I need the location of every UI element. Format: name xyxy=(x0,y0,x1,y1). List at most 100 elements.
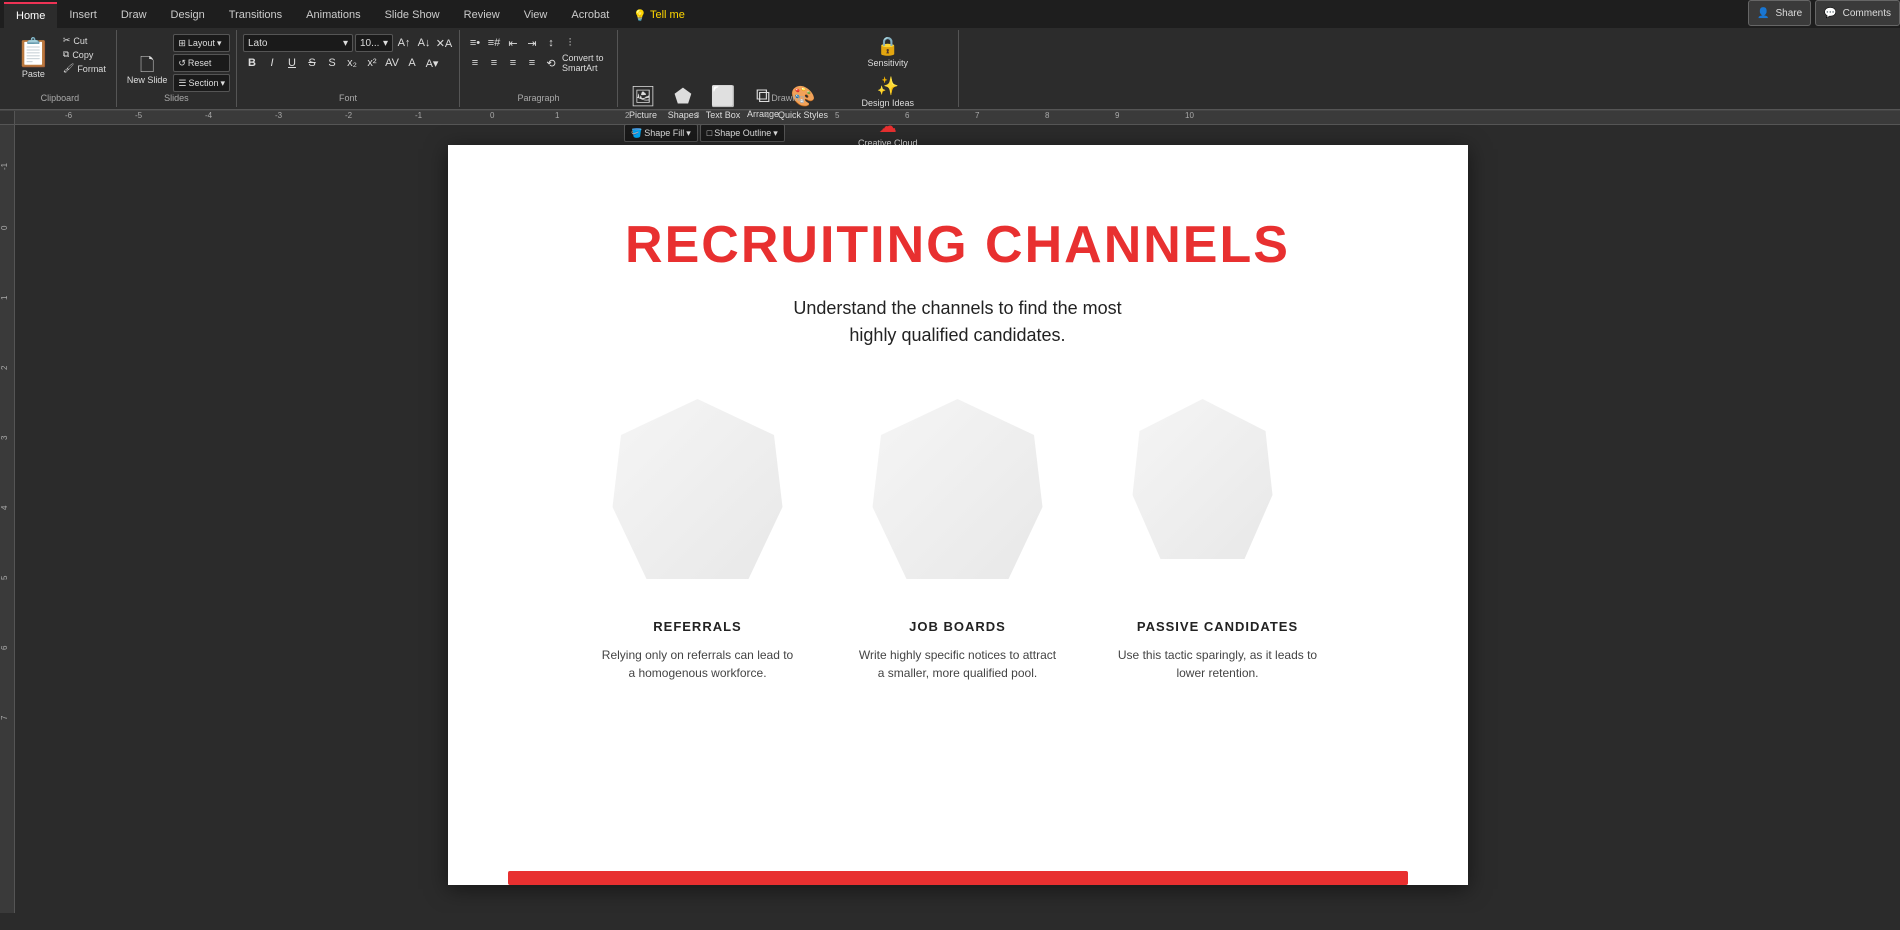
svg-text:7: 7 xyxy=(0,715,9,720)
layout-button[interactable]: ⊞ Layout ▾ xyxy=(173,34,230,52)
reset-button[interactable]: ↺ Reset xyxy=(173,54,230,72)
svg-text:4: 4 xyxy=(0,505,9,510)
svg-text:10: 10 xyxy=(1185,111,1194,120)
arrange-icon: ⧉ xyxy=(756,85,770,108)
font-size-arrow: ▾ xyxy=(383,38,388,49)
drawing-group: 🖼 Picture ⬟ Shapes ⬜ Text Box ⧉ xyxy=(618,30,959,107)
italic-button[interactable]: I xyxy=(263,54,281,72)
new-slide-button[interactable]: 🗋 New Slide xyxy=(123,54,172,87)
new-slide-icon: 🗋 xyxy=(140,56,154,74)
bold-button[interactable]: B xyxy=(243,54,261,72)
text-direction-button[interactable]: ⟲ xyxy=(542,54,560,72)
ruler-track: -6-5-4 -3-2-1 012 345 678 910 xyxy=(15,111,1900,125)
spacing-button[interactable]: AV xyxy=(383,54,401,72)
line-spacing-button[interactable]: ↕ xyxy=(542,34,560,52)
svg-text:0: 0 xyxy=(490,111,495,120)
shadow-button[interactable]: S xyxy=(323,54,341,72)
reset-icon: ↺ xyxy=(178,58,186,69)
share-button[interactable]: 👤 Share xyxy=(1748,0,1811,26)
layout-icon: ⊞ xyxy=(178,38,186,49)
shape-outline-icon: □ xyxy=(707,128,712,138)
paste-button[interactable]: 📋 Paste xyxy=(10,34,57,81)
card-referrals[interactable]: REFERRALS Relying only on referrals can … xyxy=(598,399,798,682)
format-paint-button[interactable]: 🖌 Format xyxy=(59,62,110,75)
text-box-icon: ⬜ xyxy=(711,84,736,109)
tab-animations[interactable]: Animations xyxy=(294,2,372,28)
svg-text:7: 7 xyxy=(975,111,980,120)
format-paint-icon: 🖌 xyxy=(63,63,74,74)
svg-text:-4: -4 xyxy=(205,111,213,120)
shape-outline-button[interactable]: □ Shape Outline ▾ xyxy=(700,124,785,142)
subscript-button[interactable]: x₂ xyxy=(343,54,361,72)
tab-draw[interactable]: Draw xyxy=(109,2,159,28)
card-job-boards[interactable]: JOB BOARDS Write highly specific notices… xyxy=(858,399,1058,682)
tab-home[interactable]: Home xyxy=(4,2,57,28)
tab-slideshow[interactable]: Slide Show xyxy=(373,2,452,28)
shape-outline-arrow: ▾ xyxy=(773,128,778,139)
increase-font-button[interactable]: A↑ xyxy=(395,34,413,52)
svg-text:5: 5 xyxy=(0,575,9,580)
cards-row: REFERRALS Relying only on referrals can … xyxy=(508,399,1408,682)
vertical-ruler-marks: -1 0 1 2 3 4 5 6 7 xyxy=(0,125,15,925)
slide[interactable]: RECRUITING CHANNELS Understand the chann… xyxy=(448,145,1468,885)
copy-icon: ⧉ xyxy=(63,49,69,60)
shapes-icon: ⬟ xyxy=(674,84,691,109)
svg-text:6: 6 xyxy=(905,111,910,120)
convert-smartart-button[interactable]: Convert to SmartArt xyxy=(561,54,611,72)
tab-review[interactable]: Review xyxy=(452,2,512,28)
svg-text:4: 4 xyxy=(765,111,770,120)
section-button[interactable]: ☰ Section ▾ xyxy=(173,74,230,92)
columns-button[interactable]: ⫶ xyxy=(561,34,579,52)
paste-group: 📋 Paste ✂ Cut ⧉ Copy 🖌 xyxy=(10,34,110,81)
tab-design[interactable]: Design xyxy=(159,2,217,28)
cut-button[interactable]: ✂ Cut xyxy=(59,34,110,47)
slide-title: RECRUITING CHANNELS xyxy=(625,215,1290,275)
share-icon: 👤 xyxy=(1757,8,1769,19)
decrease-font-button[interactable]: A↓ xyxy=(415,34,433,52)
card-passive-candidates[interactable]: PASSIVE CANDIDATES Use this tactic spari… xyxy=(1118,399,1318,682)
strikethrough-button[interactable]: S xyxy=(303,54,321,72)
sensitivity-icon: 🔒 xyxy=(877,36,899,57)
ruler-corner xyxy=(0,111,15,125)
clear-format-button[interactable]: ✕A xyxy=(435,34,453,52)
bullets-button[interactable]: ≡• xyxy=(466,34,484,52)
referrals-hexagon xyxy=(613,399,783,579)
sensitivity-button[interactable]: 🔒 Sensitivity xyxy=(864,34,913,70)
highlight-button[interactable]: A▾ xyxy=(423,54,441,72)
font-size-selector[interactable]: 10... ▾ xyxy=(355,34,393,52)
svg-text:2: 2 xyxy=(625,111,630,120)
tab-view[interactable]: View xyxy=(512,2,560,28)
align-left-button[interactable]: ≡ xyxy=(466,54,484,72)
comments-button[interactable]: 💬 Comments xyxy=(1815,0,1900,26)
tab-tell-me[interactable]: 💡 Tell me xyxy=(621,2,697,28)
paste-icon: 📋 xyxy=(16,36,51,69)
design-ideas-button[interactable]: ✨ Design Ideas xyxy=(858,74,919,110)
shape-fill-button[interactable]: 🪣 Shape Fill ▾ xyxy=(624,124,698,142)
align-right-button[interactable]: ≡ xyxy=(504,54,522,72)
paragraph-group: ≡• ≡# ⇤ ⇥ ↕ ⫶ ≡ ≡ ≡ ≡ ⟲ Convert to Smart… xyxy=(460,30,618,107)
canvas-area[interactable]: RECRUITING CHANNELS Understand the chann… xyxy=(15,125,1900,913)
font-name-selector[interactable]: Lato ▾ xyxy=(243,34,353,52)
increase-indent-button[interactable]: ⇥ xyxy=(523,34,541,52)
svg-text:-3: -3 xyxy=(275,111,283,120)
tab-acrobat[interactable]: Acrobat xyxy=(559,2,621,28)
copy-button[interactable]: ⧉ Copy xyxy=(59,48,110,61)
font-name-arrow: ▾ xyxy=(343,38,348,49)
referrals-shape xyxy=(613,399,783,599)
numbering-button[interactable]: ≡# xyxy=(485,34,503,52)
ribbon-body: 📋 Paste ✂ Cut ⧉ Copy 🖌 xyxy=(0,28,1900,110)
svg-text:-2: -2 xyxy=(345,111,353,120)
lightbulb-icon: 💡 xyxy=(633,9,647,22)
svg-text:1: 1 xyxy=(555,111,560,120)
svg-text:-1: -1 xyxy=(415,111,423,120)
design-ideas-icon: ✨ xyxy=(877,76,899,97)
superscript-button[interactable]: x² xyxy=(363,54,381,72)
font-color-button[interactable]: A xyxy=(403,54,421,72)
underline-button[interactable]: U xyxy=(283,54,301,72)
tab-insert[interactable]: Insert xyxy=(57,2,109,28)
justify-button[interactable]: ≡ xyxy=(523,54,541,72)
tab-transitions[interactable]: Transitions xyxy=(217,2,294,28)
svg-text:2: 2 xyxy=(0,365,9,370)
align-center-button[interactable]: ≡ xyxy=(485,54,503,72)
decrease-indent-button[interactable]: ⇤ xyxy=(504,34,522,52)
